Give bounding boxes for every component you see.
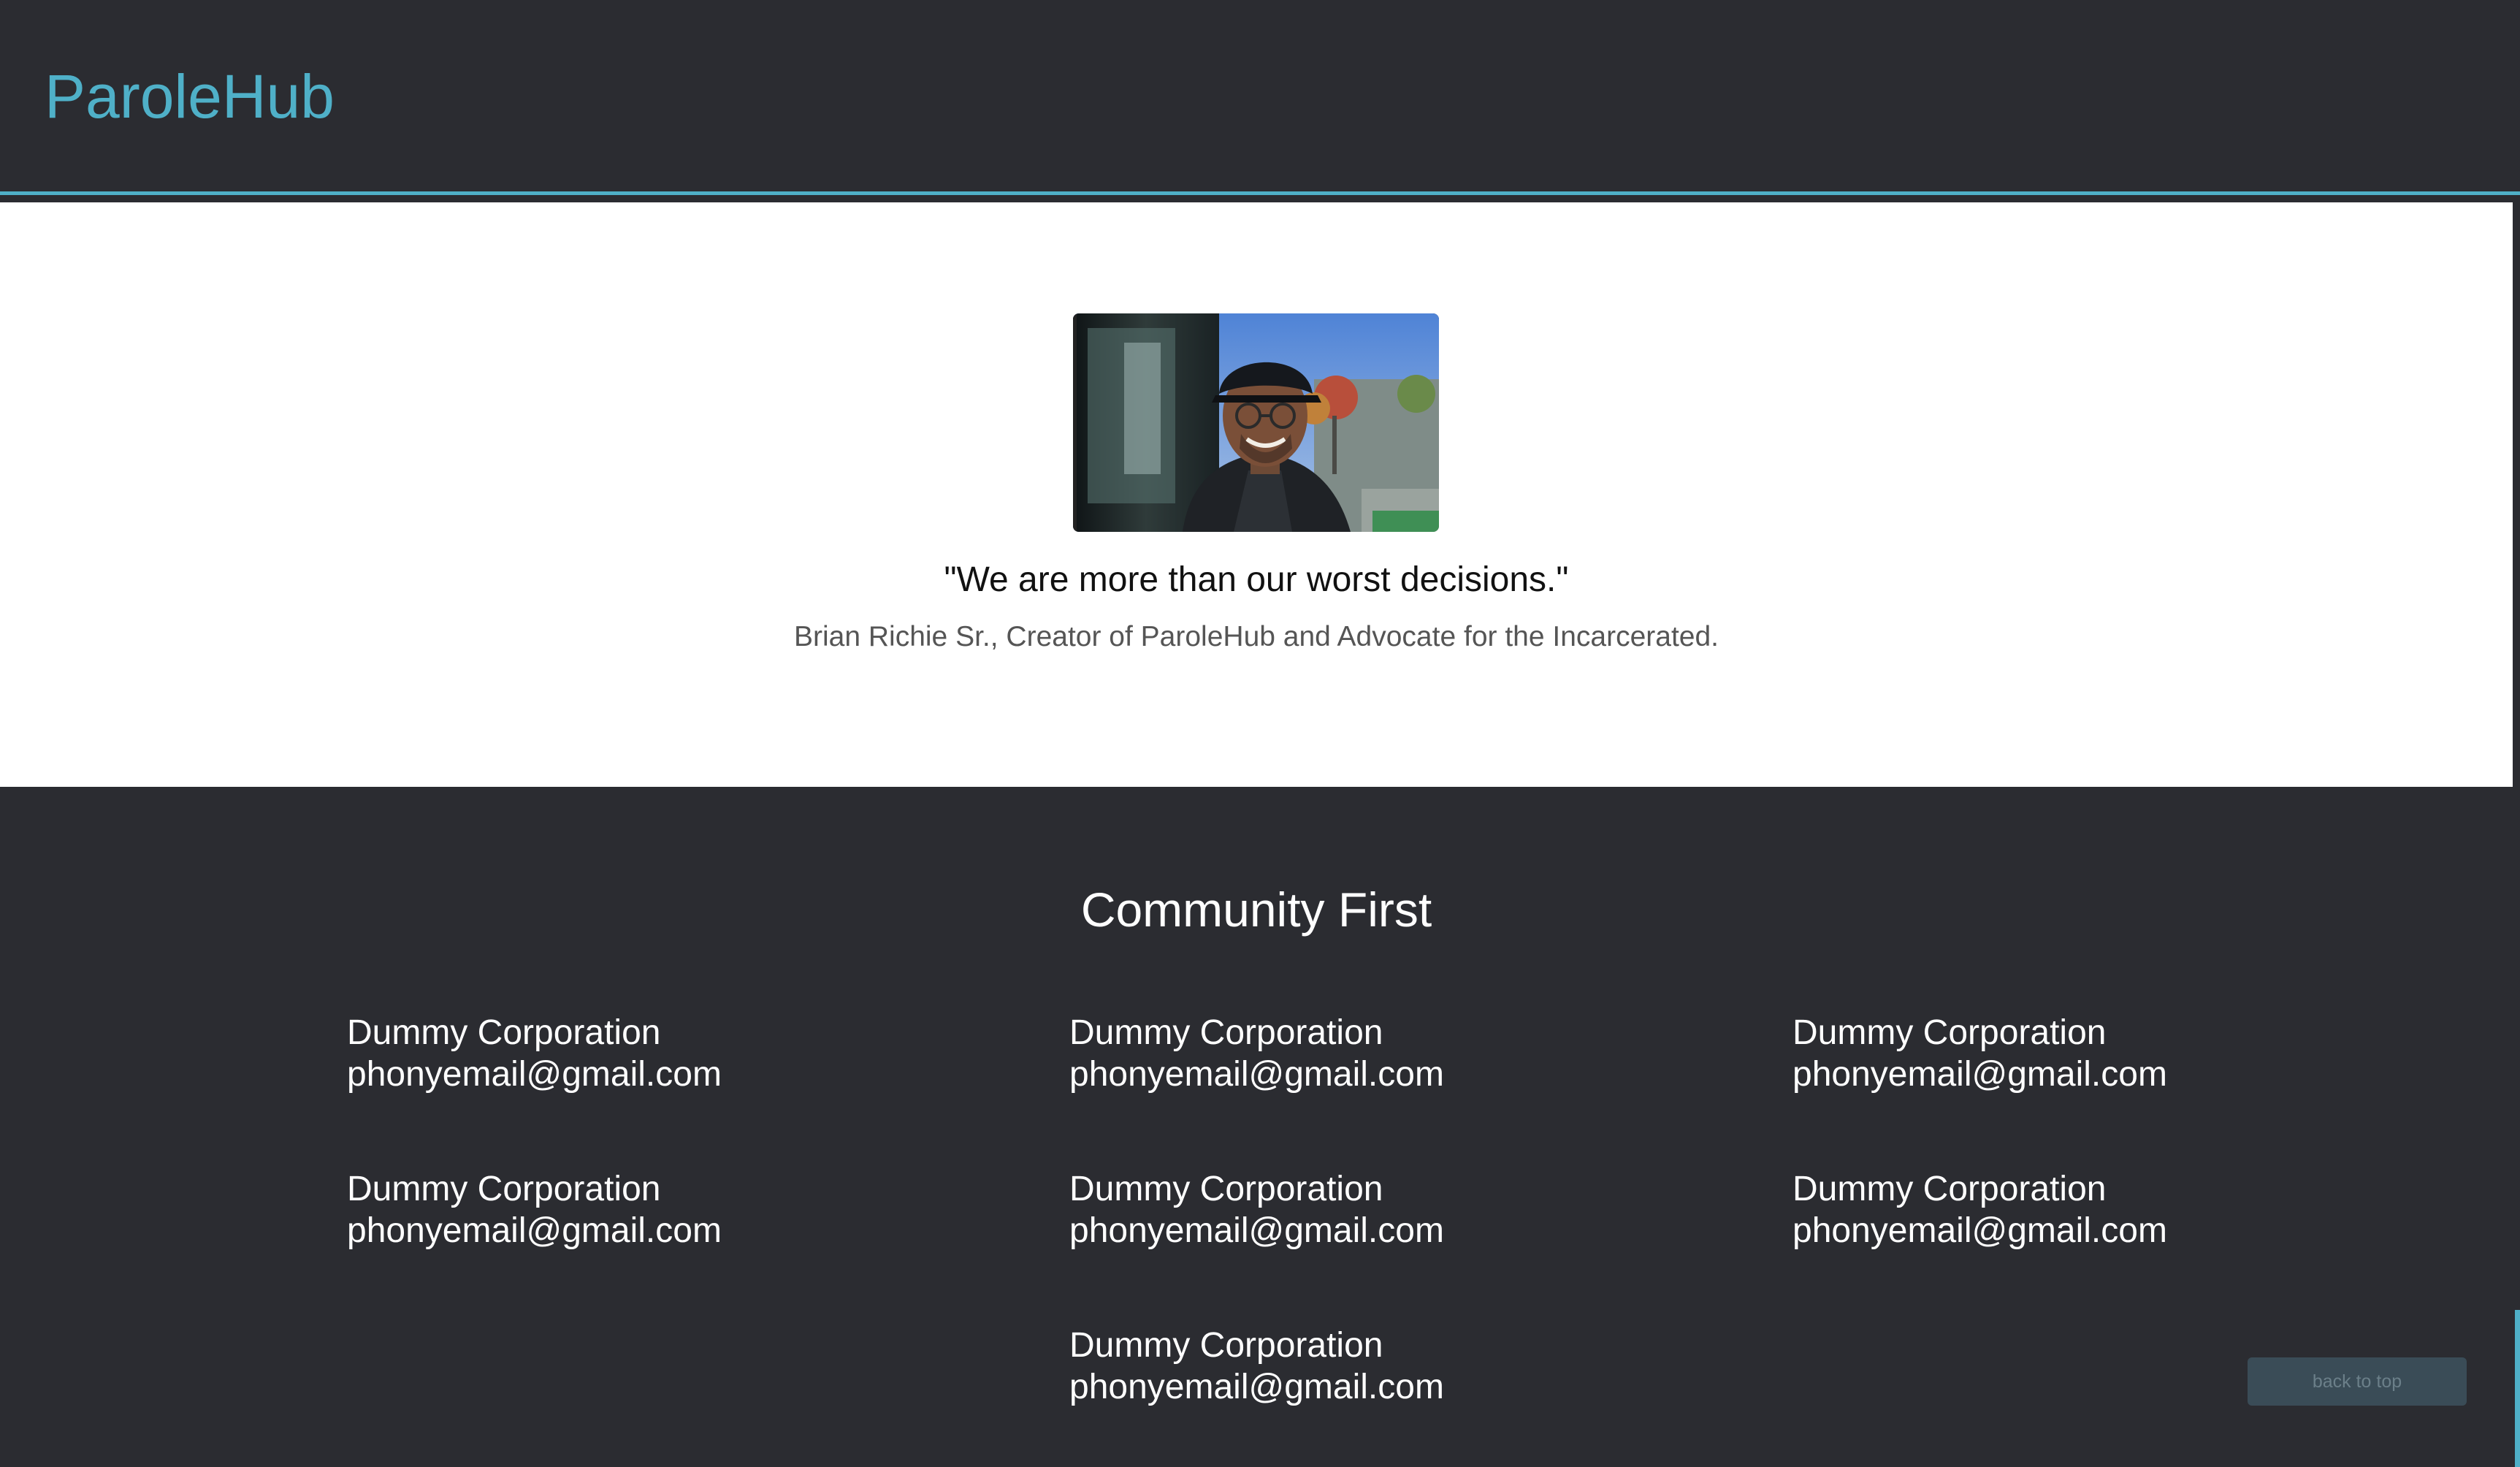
founder-photo — [1073, 313, 1439, 532]
contact-name: Dummy Corporation — [1069, 1326, 1383, 1365]
community-title: Community First — [1080, 883, 1432, 937]
contact-email[interactable]: phonyemail@gmail.com — [1792, 1210, 2167, 1251]
quote-attribution: Brian Richie Sr., Creator of ParoleHub a… — [793, 621, 1719, 652]
contact-card: Dummy Corporation phonyemail@gmail.com — [347, 1012, 722, 1095]
hero-edge — [2513, 202, 2520, 787]
contact-name: Dummy Corporation — [1069, 1170, 1383, 1208]
contact-card: Dummy Corporation phonyemail@gmail.com — [1792, 1168, 2167, 1251]
contact-email[interactable]: phonyemail@gmail.com — [1069, 1210, 1444, 1251]
contact-card: Dummy Corporation phonyemail@gmail.com — [1792, 1012, 2167, 1095]
scrollbar-accent — [2515, 1310, 2520, 1467]
contact-card: Dummy Corporation phonyemail@gmail.com — [1069, 1012, 1444, 1095]
contact-email[interactable]: phonyemail@gmail.com — [347, 1210, 722, 1251]
hero-section: "We are more than our worst decisions." … — [0, 202, 2513, 787]
contact-card: Dummy Corporation phonyemail@gmail.com — [347, 1168, 722, 1251]
brand-logo-link[interactable]: ParoleHub — [45, 60, 335, 133]
contact-card: Dummy Corporation phonyemail@gmail.com — [1069, 1168, 1444, 1251]
contact-card: Dummy Corporation phonyemail@gmail.com — [1069, 1325, 1444, 1408]
contact-name: Dummy Corporation — [1792, 1170, 2107, 1208]
contact-email[interactable]: phonyemail@gmail.com — [347, 1053, 722, 1095]
back-to-top-button[interactable]: back to top — [2248, 1357, 2467, 1406]
contact-name: Dummy Corporation — [1069, 1013, 1383, 1052]
contact-name: Dummy Corporation — [347, 1013, 661, 1052]
hero-quote: "We are more than our worst decisions." — [944, 560, 1569, 599]
contact-name: Dummy Corporation — [1792, 1013, 2107, 1052]
contact-name: Dummy Corporation — [347, 1170, 661, 1208]
contact-email[interactable]: phonyemail@gmail.com — [1069, 1366, 1444, 1408]
contact-email[interactable]: phonyemail@gmail.com — [1069, 1053, 1444, 1095]
founder-portrait-image — [1073, 313, 1439, 532]
site-header: ParoleHub — [0, 0, 2520, 195]
contact-email[interactable]: phonyemail@gmail.com — [1792, 1053, 2167, 1095]
